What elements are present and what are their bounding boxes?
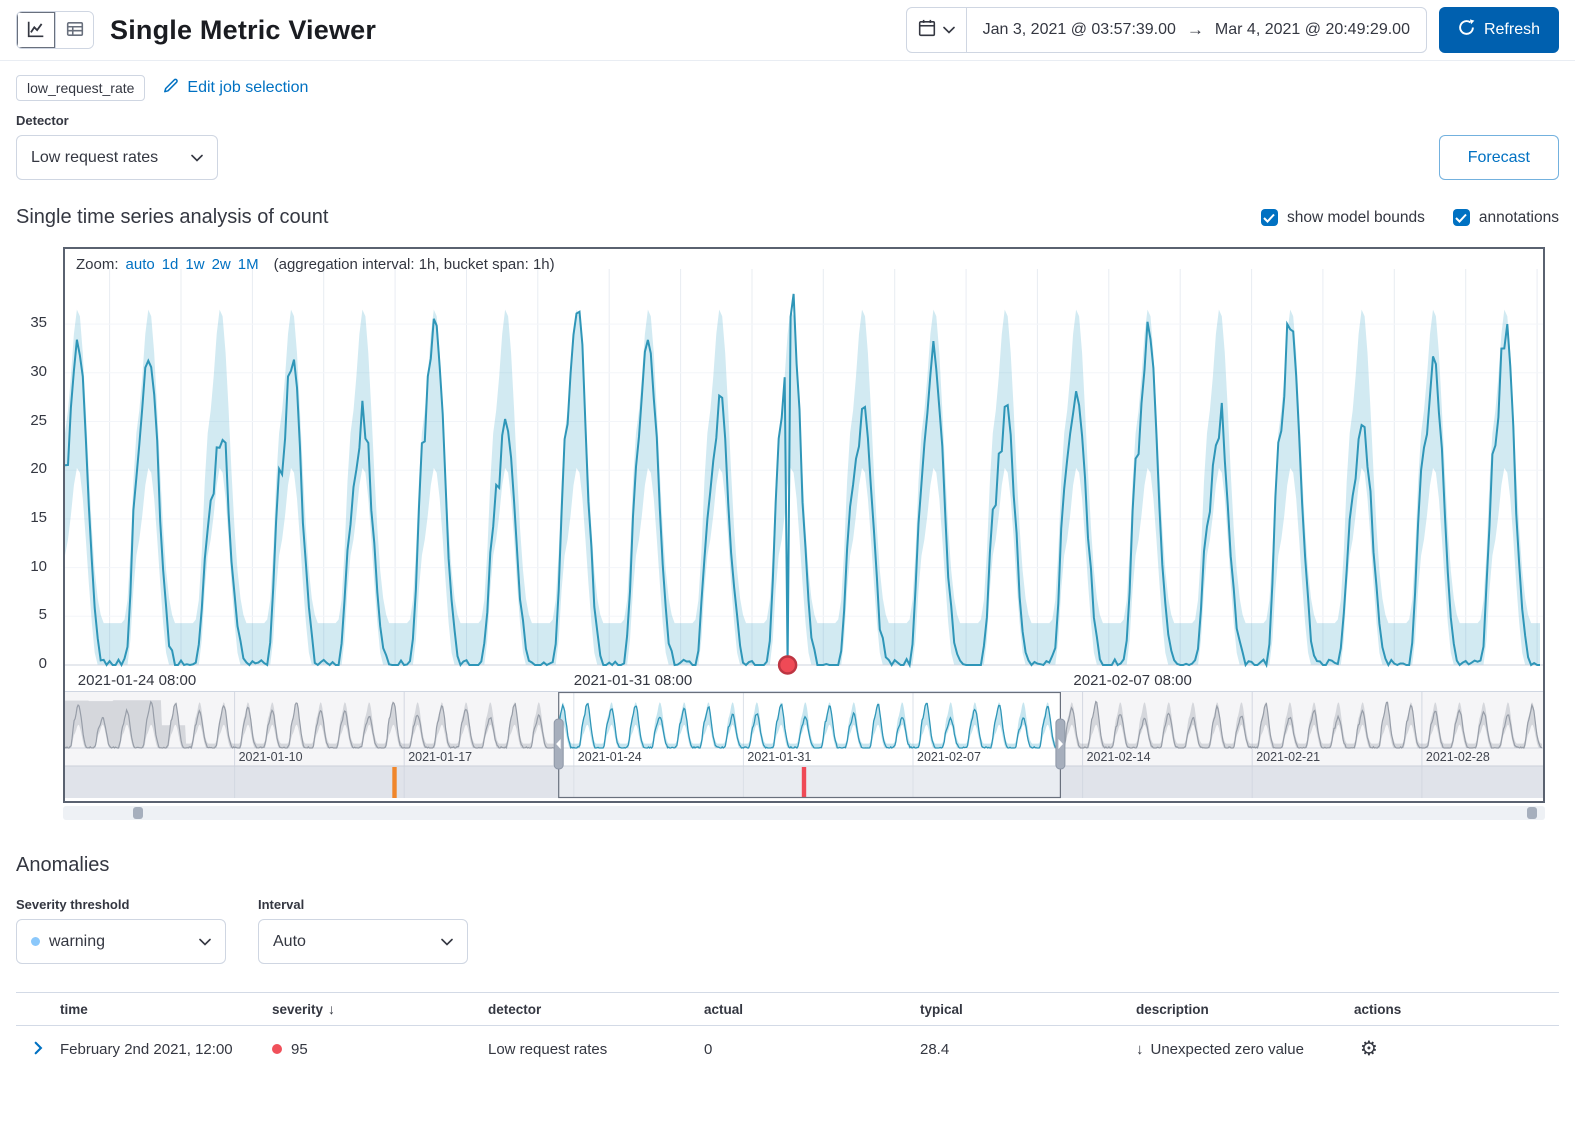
svg-text:2021-01-24: 2021-01-24 xyxy=(578,750,642,764)
aggregation-note: (aggregation interval: 1h, bucket span: … xyxy=(274,256,555,273)
anomaly-time: February 2nd 2021, 12:00 xyxy=(60,1041,272,1058)
critical-severity-dot-icon xyxy=(272,1044,282,1054)
expand-row-button[interactable] xyxy=(31,1041,45,1058)
col-time[interactable]: time xyxy=(60,1002,272,1017)
severity-threshold-value: warning xyxy=(49,933,105,951)
svg-text:2021-02-07: 2021-02-07 xyxy=(917,750,981,764)
anomaly-detector: Low request rates xyxy=(488,1041,704,1058)
edit-job-selection-link[interactable]: Edit job selection xyxy=(163,78,308,99)
chart-view-button[interactable] xyxy=(17,12,55,48)
refresh-icon xyxy=(1458,19,1475,41)
anomaly-severity: 95 xyxy=(272,1041,488,1058)
table-view-button[interactable] xyxy=(55,12,93,48)
edit-job-selection-label: Edit job selection xyxy=(187,79,308,97)
detector-row: Detector Low request rates Forecast xyxy=(0,105,1575,180)
zoom-1M-link[interactable]: 1M xyxy=(238,256,259,273)
chevron-down-icon xyxy=(199,933,211,951)
series-header: Single time series analysis of count sho… xyxy=(0,180,1575,239)
table-row: February 2nd 2021, 12:00 95 Low request … xyxy=(16,1026,1559,1072)
checkbox-checked-icon xyxy=(1261,209,1278,226)
line-chart-icon xyxy=(27,20,45,41)
time-range-end[interactable]: Mar 4, 2021 @ 20:49:29.00 xyxy=(1215,21,1410,39)
scrollbar-left-handle[interactable] xyxy=(133,807,143,819)
table-icon xyxy=(66,20,84,41)
view-toggle xyxy=(16,11,94,49)
col-actions: actions xyxy=(1354,1002,1559,1017)
show-model-bounds-checkbox[interactable]: show model bounds xyxy=(1261,209,1425,227)
y-axis-labels: 05101520253035 xyxy=(0,247,63,820)
annotations-label: annotations xyxy=(1479,209,1559,227)
interval-label: Interval xyxy=(258,897,468,912)
zoom-bar: Zoom: auto 1d 1w 2w 1M (aggregation inte… xyxy=(76,256,555,273)
table-header-row: time severity ↓ detector actual typical … xyxy=(16,992,1559,1026)
chevron-down-icon xyxy=(191,149,203,167)
svg-text:2021-02-07 08:00: 2021-02-07 08:00 xyxy=(1073,672,1191,689)
anomaly-typical: 28.4 xyxy=(920,1041,1136,1058)
anomalies-section: Anomalies Severity threshold warning Int… xyxy=(0,820,1575,1072)
col-actual[interactable]: actual xyxy=(704,1002,920,1017)
svg-text:2021-01-24 08:00: 2021-01-24 08:00 xyxy=(78,672,196,689)
warning-severity-dot-icon xyxy=(31,937,40,946)
annotations-checkbox[interactable]: annotations xyxy=(1453,209,1559,227)
header: Single Metric Viewer Jan 3, 2021 @ 03:57… xyxy=(0,0,1575,61)
forecast-button[interactable]: Forecast xyxy=(1439,135,1559,180)
pencil-icon xyxy=(163,78,179,99)
timeseries-chart[interactable]: Zoom: auto 1d 1w 2w 1M (aggregation inte… xyxy=(63,247,1545,803)
severity-threshold-select[interactable]: warning xyxy=(16,919,226,964)
series-title: Single time series analysis of count xyxy=(16,206,328,229)
detector-select[interactable]: Low request rates xyxy=(16,135,218,180)
main-chart-svg[interactable]: 2021-01-24 08:00 2021-01-31 08:00 2021-02-… xyxy=(65,249,1543,691)
zoom-auto-link[interactable]: auto xyxy=(126,256,155,273)
calendar-icon xyxy=(918,19,936,42)
page-title: Single Metric Viewer xyxy=(110,15,376,46)
time-range-start[interactable]: Jan 3, 2021 @ 03:57:39.00 xyxy=(983,21,1176,39)
anomalies-table: time severity ↓ detector actual typical … xyxy=(16,992,1559,1072)
job-bar: low_request_rate Edit job selection xyxy=(0,61,1575,105)
zoom-1w-link[interactable]: 1w xyxy=(185,256,204,273)
col-severity[interactable]: severity ↓ xyxy=(272,1001,488,1017)
chart-scrollbar[interactable] xyxy=(63,806,1545,820)
refresh-label: Refresh xyxy=(1484,21,1540,39)
sort-desc-icon: ↓ xyxy=(328,1001,335,1017)
arrow-down-icon: ↓ xyxy=(1136,1041,1144,1058)
detector-selected-value: Low request rates xyxy=(31,149,158,167)
interval-select[interactable]: Auto xyxy=(258,919,468,964)
svg-text:2021-01-31: 2021-01-31 xyxy=(747,750,811,764)
arrow-right-icon: → xyxy=(1187,20,1204,40)
refresh-button[interactable]: Refresh xyxy=(1439,7,1559,53)
zoom-label: Zoom: xyxy=(76,256,119,273)
scrollbar-right-handle[interactable] xyxy=(1527,807,1537,819)
chevron-down-icon xyxy=(441,933,453,951)
detector-label: Detector xyxy=(16,113,218,128)
zoom-2w-link[interactable]: 2w xyxy=(212,256,231,273)
row-actions-gear-button[interactable]: ⚙ xyxy=(1354,1037,1384,1061)
date-picker-controls[interactable] xyxy=(907,8,967,52)
col-typical[interactable]: typical xyxy=(920,1002,1136,1017)
job-badge: low_request_rate xyxy=(16,75,145,101)
chevron-down-icon xyxy=(943,21,955,39)
chart-region: 05101520253035 Zoom: auto 1d 1w 2w 1M (a… xyxy=(0,247,1575,820)
col-detector[interactable]: detector xyxy=(488,1002,704,1017)
zoom-1d-link[interactable]: 1d xyxy=(162,256,179,273)
severity-threshold-label: Severity threshold xyxy=(16,897,226,912)
anomaly-description: ↓ Unexpected zero value xyxy=(1136,1041,1354,1058)
anomaly-actual: 0 xyxy=(704,1041,920,1058)
interval-value: Auto xyxy=(273,933,306,951)
context-chart-svg[interactable]: 2021-01-102021-01-172021-01-242021-01-31… xyxy=(65,691,1543,801)
chevron-right-icon xyxy=(31,1043,45,1058)
show-model-bounds-label: show model bounds xyxy=(1287,209,1425,227)
anomalies-title: Anomalies xyxy=(16,854,1559,877)
date-range-picker[interactable]: Jan 3, 2021 @ 03:57:39.00 → Mar 4, 2021 … xyxy=(906,7,1427,53)
col-description[interactable]: description xyxy=(1136,1002,1354,1017)
checkbox-checked-icon xyxy=(1453,209,1470,226)
svg-text:2021-01-31 08:00: 2021-01-31 08:00 xyxy=(574,672,692,689)
